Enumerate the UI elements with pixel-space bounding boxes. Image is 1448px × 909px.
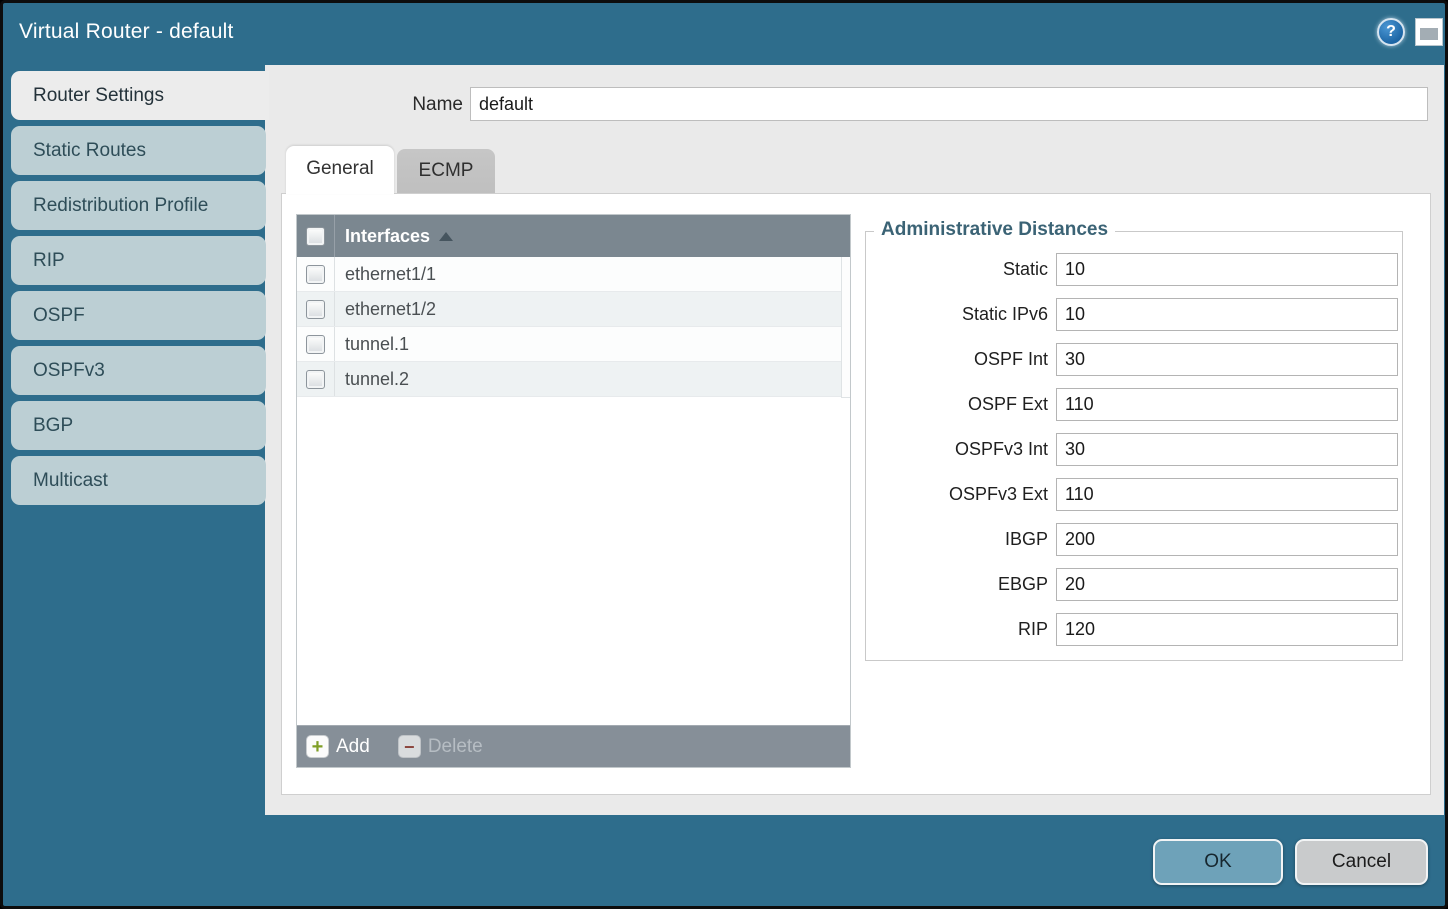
ibgp-input[interactable] [1056,523,1398,556]
ospfv3-int-input[interactable] [1056,433,1398,466]
row-checkbox[interactable] [306,335,325,354]
ospf-int-label: OSPF Int [866,349,1048,370]
maximize-window-icon[interactable] [1415,18,1443,46]
maximize-window-icon-inner [1420,28,1438,40]
select-all-checkbox[interactable] [306,227,325,246]
row-checkbox-cell [297,257,335,291]
sidebar-item-multicast[interactable]: Multicast [11,456,266,505]
static-ipv6-label: Static IPv6 [866,304,1048,325]
row-checkbox-cell [297,292,335,326]
table-scrollbar[interactable] [841,257,850,398]
help-glyph: ? [1386,23,1396,41]
rip-input[interactable] [1056,613,1398,646]
interfaces-table: Interfaces ethernet1/1 ethernet1/2 tunne… [296,214,851,768]
interface-name: tunnel.1 [345,334,409,355]
ospf-ext-label: OSPF Ext [866,394,1048,415]
sidebar-item-static-routes[interactable]: Static Routes [11,126,266,175]
sidebar: Router Settings Static Routes Redistribu… [11,71,269,505]
table-row[interactable]: ethernet1/1 [297,257,850,292]
add-button[interactable]: + Add [306,735,370,758]
ok-button[interactable]: OK [1153,839,1283,885]
field-row: Static [866,253,1402,286]
table-row[interactable]: tunnel.2 [297,362,850,397]
field-row: OSPFv3 Int [866,433,1402,466]
sidebar-item-rip[interactable]: RIP [11,236,266,285]
ebgp-label: EBGP [866,574,1048,595]
tab-general[interactable]: General [286,146,394,194]
sidebar-item-redistribution-profile[interactable]: Redistribution Profile [11,181,266,230]
row-checkbox[interactable] [306,300,325,319]
administrative-distances-fieldset: Administrative Distances Static Static I… [865,231,1403,661]
sidebar-item-bgp[interactable]: BGP [11,401,266,450]
interface-name: ethernet1/1 [345,264,436,285]
interfaces-table-body: ethernet1/1 ethernet1/2 tunnel.1 tunnel.… [297,257,850,725]
field-row: OSPF Ext [866,388,1402,421]
sort-ascending-icon [439,232,453,241]
sidebar-item-router-settings[interactable]: Router Settings [11,71,269,120]
rip-label: RIP [866,619,1048,640]
add-button-label: Add [336,736,370,758]
cancel-button[interactable]: Cancel [1295,839,1428,885]
row-checkbox-cell [297,327,335,361]
title-bar: Virtual Router - default ? [3,3,1445,65]
table-row[interactable]: ethernet1/2 [297,292,850,327]
virtual-router-dialog: Virtual Router - default ? Router Settin… [0,0,1448,909]
name-input[interactable] [470,87,1428,121]
ebgp-input[interactable] [1056,568,1398,601]
table-row[interactable]: tunnel.1 [297,327,850,362]
field-row: EBGP [866,568,1402,601]
ospfv3-int-label: OSPFv3 Int [866,439,1048,460]
static-label: Static [866,259,1048,280]
sidebar-item-ospf[interactable]: OSPF [11,291,266,340]
ospf-int-input[interactable] [1056,343,1398,376]
field-row: Static IPv6 [866,298,1402,331]
field-row: RIP [866,613,1402,646]
static-input[interactable] [1056,253,1398,286]
interfaces-table-header[interactable]: Interfaces [297,215,850,257]
fieldset-rows: Static Static IPv6 OSPF Int OSPF Ext OSP… [866,253,1402,646]
ospfv3-ext-label: OSPFv3 Ext [866,484,1048,505]
interfaces-table-footer: + Add − Delete [297,725,850,767]
field-row: IBGP [866,523,1402,556]
row-checkbox[interactable] [306,370,325,389]
field-row: OSPFv3 Ext [866,478,1402,511]
tab-ecmp[interactable]: ECMP [397,149,495,193]
delete-button[interactable]: − Delete [398,735,483,758]
delete-minus-icon: − [398,735,421,758]
sidebar-item-ospfv3[interactable]: OSPFv3 [11,346,266,395]
row-checkbox[interactable] [306,265,325,284]
name-label: Name [343,88,463,121]
row-checkbox-cell [297,362,335,396]
delete-button-label: Delete [428,736,483,758]
ospfv3-ext-input[interactable] [1056,478,1398,511]
interface-name: tunnel.2 [345,369,409,390]
ospf-ext-input[interactable] [1056,388,1398,421]
interfaces-column-header: Interfaces [345,226,430,247]
ibgp-label: IBGP [866,529,1048,550]
help-icon[interactable]: ? [1377,18,1405,46]
fieldset-legend: Administrative Distances [874,219,1115,241]
interface-name: ethernet1/2 [345,299,436,320]
static-ipv6-input[interactable] [1056,298,1398,331]
add-plus-icon: + [306,735,329,758]
dialog-title: Virtual Router - default [19,20,234,44]
select-all-cell [297,215,335,257]
field-row: OSPF Int [866,343,1402,376]
